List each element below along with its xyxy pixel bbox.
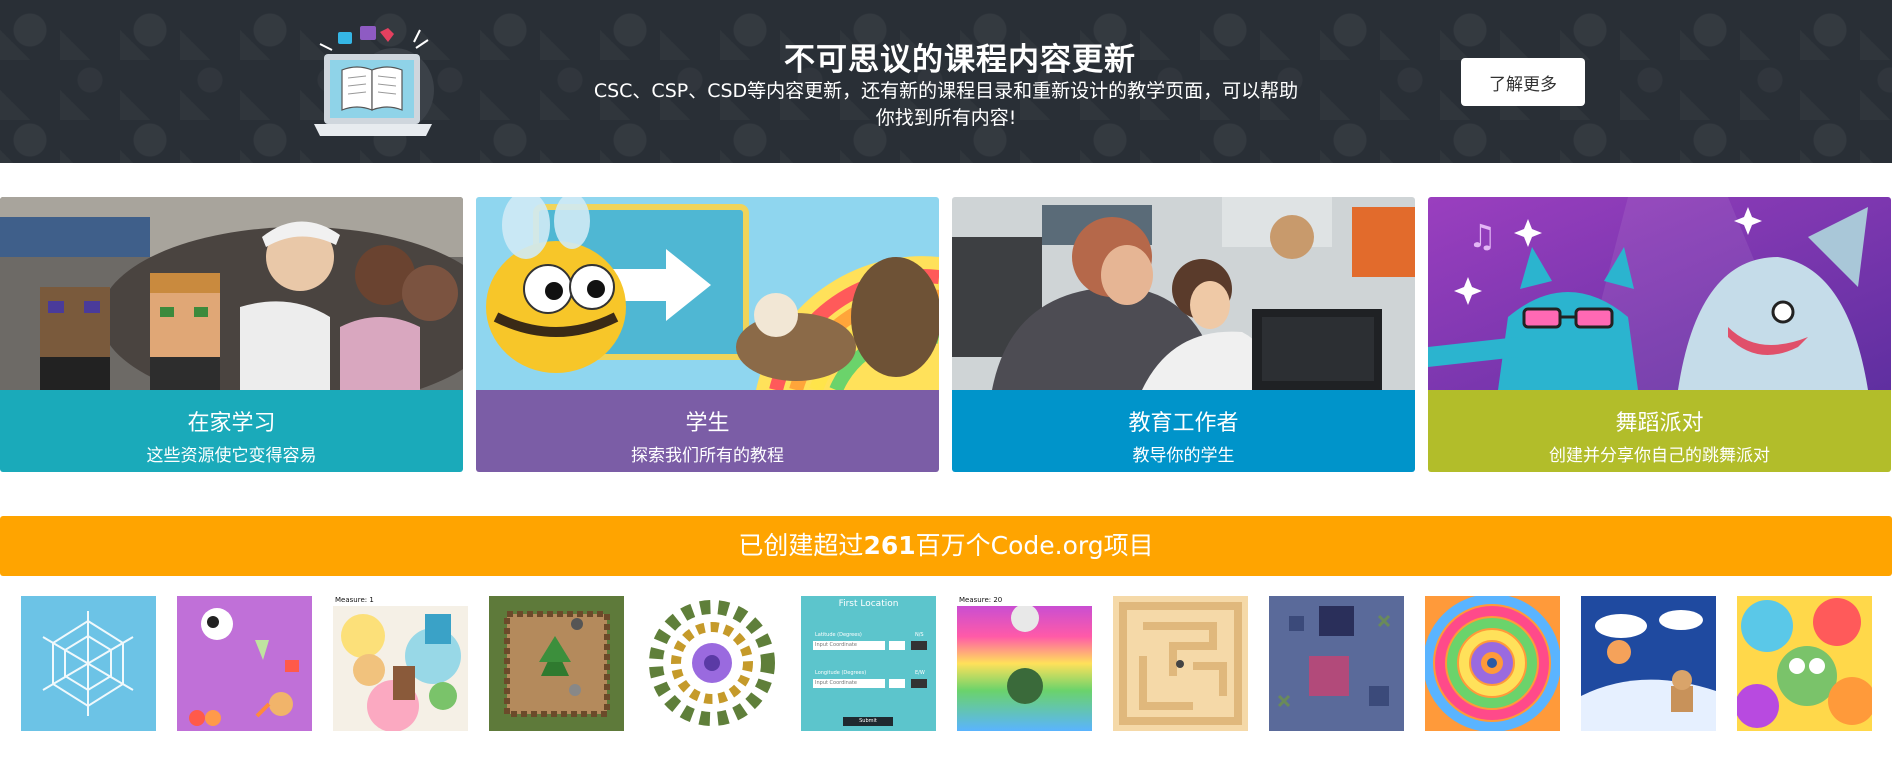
- learn-more-button[interactable]: 了解更多: [1461, 58, 1585, 106]
- tile-educators[interactable]: 教育工作者 教导你的学生: [952, 197, 1415, 472]
- tile-title: 教育工作者: [1128, 411, 1239, 436]
- tile-title: 舞蹈派对: [1615, 411, 1704, 436]
- app-title: First Location: [838, 599, 899, 609]
- dance-rainbow-art: [957, 596, 1092, 731]
- project-thumbnail-spiral[interactable]: [1425, 596, 1560, 731]
- longitude-select: [911, 679, 927, 688]
- spiral-art: [1425, 596, 1560, 731]
- snow-scene-art: [1581, 596, 1716, 731]
- snowflake-art: [21, 596, 156, 731]
- tile-caption: 教育工作者 教导你的学生: [952, 390, 1415, 472]
- measure-label: Measure: 1: [335, 596, 374, 604]
- form-app-background: [801, 596, 936, 731]
- project-thumbnail-dungeon[interactable]: [1269, 596, 1404, 731]
- latitude-box: [889, 641, 905, 650]
- teacher-student-image: [952, 197, 1415, 390]
- svg-text:♫: ♫: [1468, 217, 1497, 255]
- tile-title: 在家学习: [187, 411, 276, 436]
- announcement-banner: 不可思议的课程内容更新 CSC、CSP、CSD等内容更新，还有新的课程目录和重新…: [0, 0, 1892, 163]
- submit-button: Submit: [843, 717, 893, 726]
- kids-minecraft-image: [0, 197, 463, 390]
- project-thumbnail-purple-game[interactable]: [177, 596, 312, 731]
- project-thumbnail-colorful-characters[interactable]: [1737, 596, 1872, 731]
- dance-party-image: ♫ ♪: [1428, 197, 1891, 390]
- tile-caption: 在家学习 这些资源使它变得容易: [0, 390, 463, 472]
- kaleidoscope-art: [645, 596, 780, 731]
- latitude-input: Input Coordinate: [813, 641, 885, 650]
- ew-label: E/W: [915, 670, 925, 676]
- project-thumbnail-snowflake[interactable]: [21, 596, 156, 731]
- bee-scrat-image: [476, 197, 939, 390]
- tile-subtitle: 创建并分享你自己的跳舞派对: [1549, 446, 1770, 466]
- projects-count-banner: 已创建超过261百万个Code.org项目: [0, 516, 1892, 576]
- longitude-box: [889, 679, 905, 688]
- projects-suffix: 百万个Code.org项目: [915, 531, 1154, 560]
- characters-art: [333, 596, 468, 731]
- project-thumbnail-maze[interactable]: [489, 596, 624, 731]
- tile-title: 学生: [685, 411, 730, 436]
- tile-caption: 舞蹈派对 创建并分享你自己的跳舞派对: [1428, 390, 1891, 472]
- latitude-select: [911, 641, 927, 650]
- tile-learn-at-home[interactable]: 在家学习 这些资源使它变得容易: [0, 197, 463, 472]
- banner-description: CSC、CSP、CSD等内容更新，还有新的课程目录和重新设计的教学页面，可以帮助…: [566, 78, 1326, 132]
- tile-subtitle: 探索我们所有的教程: [631, 446, 784, 466]
- dungeon-art: [1269, 596, 1404, 731]
- project-thumbnail-tan-maze[interactable]: [1113, 596, 1248, 731]
- longitude-input: Input Coordinate: [813, 679, 885, 688]
- project-thumbnail-snow-scene[interactable]: [1581, 596, 1716, 731]
- tile-dance-party[interactable]: ♫ ♪ 舞蹈派对 创建并分享你自己的跳舞派对: [1428, 197, 1891, 472]
- banner-title: 不可思议的课程内容更新: [784, 42, 1136, 78]
- project-thumbnail-characters[interactable]: Measure: 1: [333, 596, 468, 731]
- laptop-book-icon: [314, 26, 434, 136]
- ns-label: N/S: [915, 632, 924, 638]
- project-thumbnail-first-location[interactable]: First Location Latitude (Degrees) N/S In…: [801, 596, 936, 731]
- tile-caption: 学生 探索我们所有的教程: [476, 390, 939, 472]
- purple-game-art: [177, 596, 312, 731]
- latitude-label: Latitude (Degrees): [815, 632, 862, 638]
- project-thumbnail-kaleidoscope[interactable]: [645, 596, 780, 731]
- projects-count: 261: [863, 531, 916, 560]
- tile-subtitle: 教导你的学生: [1132, 446, 1235, 466]
- tile-subtitle: 这些资源使它变得容易: [146, 446, 317, 466]
- longitude-label: Longitude (Degrees): [815, 670, 867, 676]
- tile-students[interactable]: 学生 探索我们所有的教程: [476, 197, 939, 472]
- tan-maze-art: [1113, 596, 1248, 731]
- banner-description-line-1: CSC、CSP、CSD等内容更新，还有新的课程目录和重新设计的教学页面，可以帮助: [593, 80, 1299, 102]
- project-thumbnail-dance-rainbow[interactable]: Measure: 20: [957, 596, 1092, 731]
- colorful-characters-art: [1737, 596, 1872, 731]
- banner-description-line-2: 你找到所有内容!: [875, 107, 1017, 129]
- measure-label: Measure: 20: [959, 596, 1003, 604]
- maze-art: [489, 596, 624, 731]
- projects-prefix: 已创建超过: [738, 531, 864, 560]
